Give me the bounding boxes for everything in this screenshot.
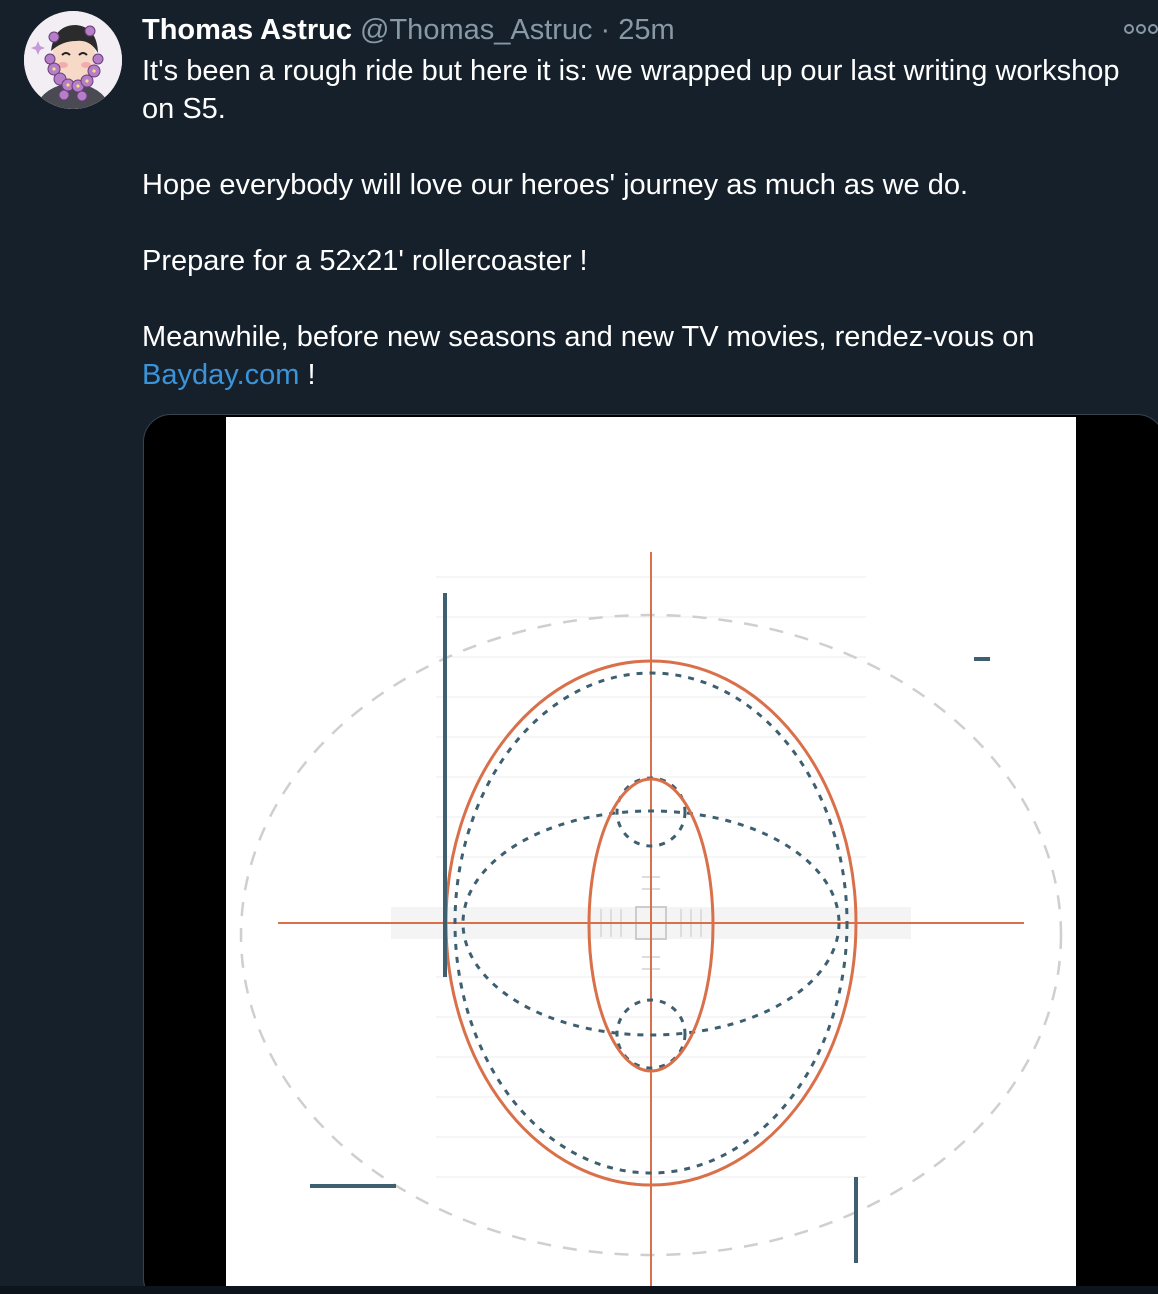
tweet-paragraph-4-text: Meanwhile, before new seasons and new TV… [142, 321, 1035, 353]
video-player[interactable] [143, 414, 1158, 1294]
tweet-paragraph-4-suffix: ! [299, 359, 316, 391]
video-graphic [239, 552, 1063, 1294]
tweet-paragraph-4: Meanwhile, before new seasons and new TV… [142, 318, 1142, 394]
tweet[interactable]: Thomas Astruc @Thomas_Astruc · 25m It's bee… [0, 0, 1158, 1294]
bayday-link[interactable]: Bayday.com [142, 359, 299, 391]
author-name[interactable]: Thomas Astruc [142, 14, 352, 46]
avatar-illustration-icon [24, 11, 122, 109]
tweet-text: It's been a rough ride but here it is: w… [142, 52, 1142, 394]
tweet-paragraph-3: Prepare for a 52x21' rollercoaster ! [142, 245, 588, 277]
video-frame [226, 417, 1076, 1294]
bottom-divider [0, 1286, 1158, 1294]
more-options-icon[interactable] [1120, 18, 1158, 40]
header-separator: · [600, 14, 611, 46]
author-handle[interactable]: @Thomas_Astruc [360, 14, 593, 46]
tweet-header: Thomas Astruc @Thomas_Astruc · 25m [142, 11, 675, 49]
tweet-timestamp[interactable]: 25m [618, 14, 674, 46]
tweet-paragraph-2: Hope everybody will love our heroes' jou… [142, 169, 969, 201]
avatar[interactable] [24, 11, 122, 109]
tweet-paragraph-1: It's been a rough ride but here it is: w… [142, 55, 1120, 125]
